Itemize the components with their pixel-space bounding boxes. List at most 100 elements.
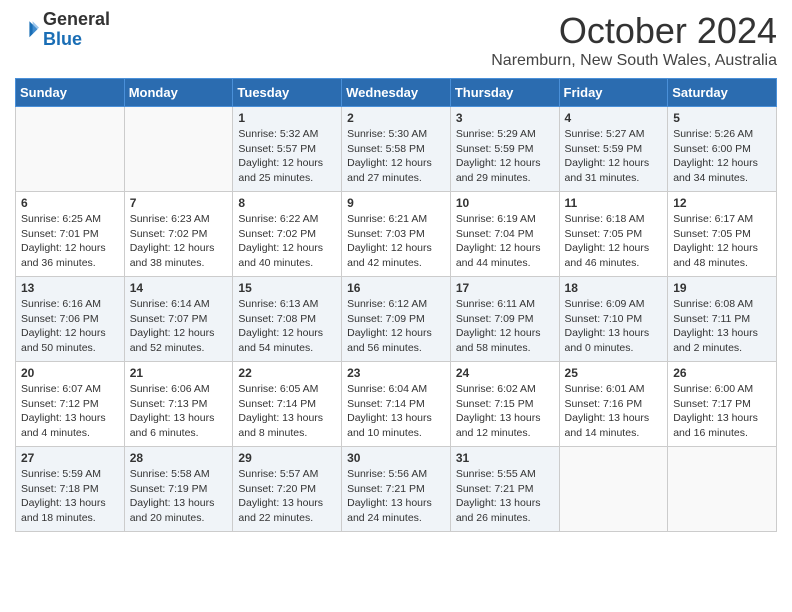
day-info: Sunrise: 6:13 AM Sunset: 7:08 PM Dayligh… [238,297,336,356]
day-info: Sunrise: 6:06 AM Sunset: 7:13 PM Dayligh… [130,382,228,441]
calendar-cell: 13Sunrise: 6:16 AM Sunset: 7:06 PM Dayli… [16,277,125,362]
calendar-cell: 29 Sunrise: 5:57 AM Sunset: 7:20 PM Dayli… [233,447,342,532]
calendar-week-row: 13Sunrise: 6:16 AM Sunset: 7:06 PM Dayli… [16,277,777,362]
day-number: 28 [130,451,228,465]
day-info: Sunrise: 5:32 AM Sunset: 5:57 PM Dayligh… [238,127,336,186]
calendar-cell: 4Sunrise: 5:27 AM Sunset: 5:59 PM Daylig… [559,107,668,192]
day-header-saturday: Saturday [668,79,777,107]
day-number: 3 [456,111,554,125]
day-number: 22 [238,366,336,380]
day-info: Sunrise: 6:08 AM Sunset: 7:11 PM Dayligh… [673,297,771,356]
day-info: Sunrise: 6:14 AM Sunset: 7:07 PM Dayligh… [130,297,228,356]
calendar-table: SundayMondayTuesdayWednesdayThursdayFrid… [15,78,777,532]
day-info: Sunrise: 5:29 AM Sunset: 5:59 PM Dayligh… [456,127,554,186]
calendar-cell: 19 Sunrise: 6:08 AM Sunset: 7:11 PM Dayli… [668,277,777,362]
calendar-cell: 31 Sunrise: 5:55 AM Sunset: 7:21 PM Dayli… [450,447,559,532]
day-number: 18 [565,281,663,295]
calendar-cell: 17 Sunrise: 6:11 AM Sunset: 7:09 PM Dayli… [450,277,559,362]
calendar-cell: 28 Sunrise: 5:58 AM Sunset: 7:19 PM Dayli… [124,447,233,532]
calendar-cell: 2Sunrise: 5:30 AM Sunset: 5:58 PM Daylig… [342,107,451,192]
day-number: 26 [673,366,771,380]
day-number: 31 [456,451,554,465]
day-number: 25 [565,366,663,380]
day-info: Sunrise: 6:05 AM Sunset: 7:14 PM Dayligh… [238,382,336,441]
day-info: Sunrise: 5:26 AM Sunset: 6:00 PM Dayligh… [673,127,771,186]
day-info: Sunrise: 6:11 AM Sunset: 7:09 PM Dayligh… [456,297,554,356]
day-info: Sunrise: 6:00 AM Sunset: 7:17 PM Dayligh… [673,382,771,441]
day-info: Sunrise: 5:57 AM Sunset: 7:20 PM Dayligh… [238,467,336,526]
day-number: 1 [238,111,336,125]
calendar-cell: 9Sunrise: 6:21 AM Sunset: 7:03 PM Daylig… [342,192,451,277]
day-info: Sunrise: 6:09 AM Sunset: 7:10 PM Dayligh… [565,297,663,356]
calendar-cell: 14 Sunrise: 6:14 AM Sunset: 7:07 PM Dayli… [124,277,233,362]
day-number: 10 [456,196,554,210]
day-number: 14 [130,281,228,295]
calendar-cell: 3 Sunrise: 5:29 AM Sunset: 5:59 PM Daylig… [450,107,559,192]
calendar-cell: 22 Sunrise: 6:05 AM Sunset: 7:14 PM Dayli… [233,362,342,447]
calendar-cell [559,447,668,532]
calendar-cell [16,107,125,192]
day-info: Sunrise: 6:07 AM Sunset: 7:12 PM Dayligh… [21,382,119,441]
calendar-header-row: SundayMondayTuesdayWednesdayThursdayFrid… [16,79,777,107]
calendar-cell: 21 Sunrise: 6:06 AM Sunset: 7:13 PM Dayli… [124,362,233,447]
day-number: 29 [238,451,336,465]
day-number: 30 [347,451,445,465]
day-info: Sunrise: 6:16 AM Sunset: 7:06 PM Dayligh… [21,297,119,356]
calendar-cell: 12 Sunrise: 6:17 AM Sunset: 7:05 PM Dayli… [668,192,777,277]
day-header-thursday: Thursday [450,79,559,107]
day-number: 8 [238,196,336,210]
logo: General Blue [15,10,110,50]
day-number: 12 [673,196,771,210]
day-info: Sunrise: 6:22 AM Sunset: 7:02 PM Dayligh… [238,212,336,271]
day-info: Sunrise: 6:01 AM Sunset: 7:16 PM Dayligh… [565,382,663,441]
calendar-cell: 25 Sunrise: 6:01 AM Sunset: 7:16 PM Dayli… [559,362,668,447]
calendar-week-row: 6 Sunrise: 6:25 AM Sunset: 7:01 PM Daylig… [16,192,777,277]
month-title: October 2024 [491,10,777,52]
day-header-sunday: Sunday [16,79,125,107]
day-info: Sunrise: 6:17 AM Sunset: 7:05 PM Dayligh… [673,212,771,271]
calendar-cell: 10Sunrise: 6:19 AM Sunset: 7:04 PM Dayli… [450,192,559,277]
page-header: General Blue October 2024 Naremburn, New… [15,10,777,70]
calendar-week-row: 1 Sunrise: 5:32 AM Sunset: 5:57 PM Daylig… [16,107,777,192]
day-info: Sunrise: 6:18 AM Sunset: 7:05 PM Dayligh… [565,212,663,271]
calendar-cell [668,447,777,532]
day-info: Sunrise: 5:55 AM Sunset: 7:21 PM Dayligh… [456,467,554,526]
calendar-cell: 23Sunrise: 6:04 AM Sunset: 7:14 PM Dayli… [342,362,451,447]
calendar-cell: 26 Sunrise: 6:00 AM Sunset: 7:17 PM Dayli… [668,362,777,447]
calendar-cell: 18 Sunrise: 6:09 AM Sunset: 7:10 PM Dayli… [559,277,668,362]
calendar-cell: 7Sunrise: 6:23 AM Sunset: 7:02 PM Daylig… [124,192,233,277]
day-info: Sunrise: 5:58 AM Sunset: 7:19 PM Dayligh… [130,467,228,526]
day-number: 24 [456,366,554,380]
logo-icon [15,18,39,42]
title-block: October 2024 Naremburn, New South Wales,… [491,10,777,70]
day-number: 19 [673,281,771,295]
day-header-monday: Monday [124,79,233,107]
day-number: 5 [673,111,771,125]
calendar-cell: 30 Sunrise: 5:56 AM Sunset: 7:21 PM Dayli… [342,447,451,532]
calendar-cell: 11Sunrise: 6:18 AM Sunset: 7:05 PM Dayli… [559,192,668,277]
day-number: 20 [21,366,119,380]
calendar-cell: 15 Sunrise: 6:13 AM Sunset: 7:08 PM Dayli… [233,277,342,362]
location-subtitle: Naremburn, New South Wales, Australia [491,52,777,70]
calendar-cell: 27Sunrise: 5:59 AM Sunset: 7:18 PM Dayli… [16,447,125,532]
day-info: Sunrise: 6:21 AM Sunset: 7:03 PM Dayligh… [347,212,445,271]
calendar-cell: 1 Sunrise: 5:32 AM Sunset: 5:57 PM Daylig… [233,107,342,192]
calendar-cell: 20 Sunrise: 6:07 AM Sunset: 7:12 PM Dayli… [16,362,125,447]
day-header-friday: Friday [559,79,668,107]
day-number: 6 [21,196,119,210]
calendar-cell [124,107,233,192]
calendar-week-row: 20 Sunrise: 6:07 AM Sunset: 7:12 PM Dayli… [16,362,777,447]
day-info: Sunrise: 5:30 AM Sunset: 5:58 PM Dayligh… [347,127,445,186]
day-info: Sunrise: 5:59 AM Sunset: 7:18 PM Dayligh… [21,467,119,526]
day-number: 23 [347,366,445,380]
day-number: 16 [347,281,445,295]
day-number: 4 [565,111,663,125]
day-info: Sunrise: 6:25 AM Sunset: 7:01 PM Dayligh… [21,212,119,271]
day-info: Sunrise: 5:56 AM Sunset: 7:21 PM Dayligh… [347,467,445,526]
day-header-wednesday: Wednesday [342,79,451,107]
day-number: 15 [238,281,336,295]
day-header-tuesday: Tuesday [233,79,342,107]
day-number: 7 [130,196,228,210]
day-number: 17 [456,281,554,295]
day-number: 21 [130,366,228,380]
